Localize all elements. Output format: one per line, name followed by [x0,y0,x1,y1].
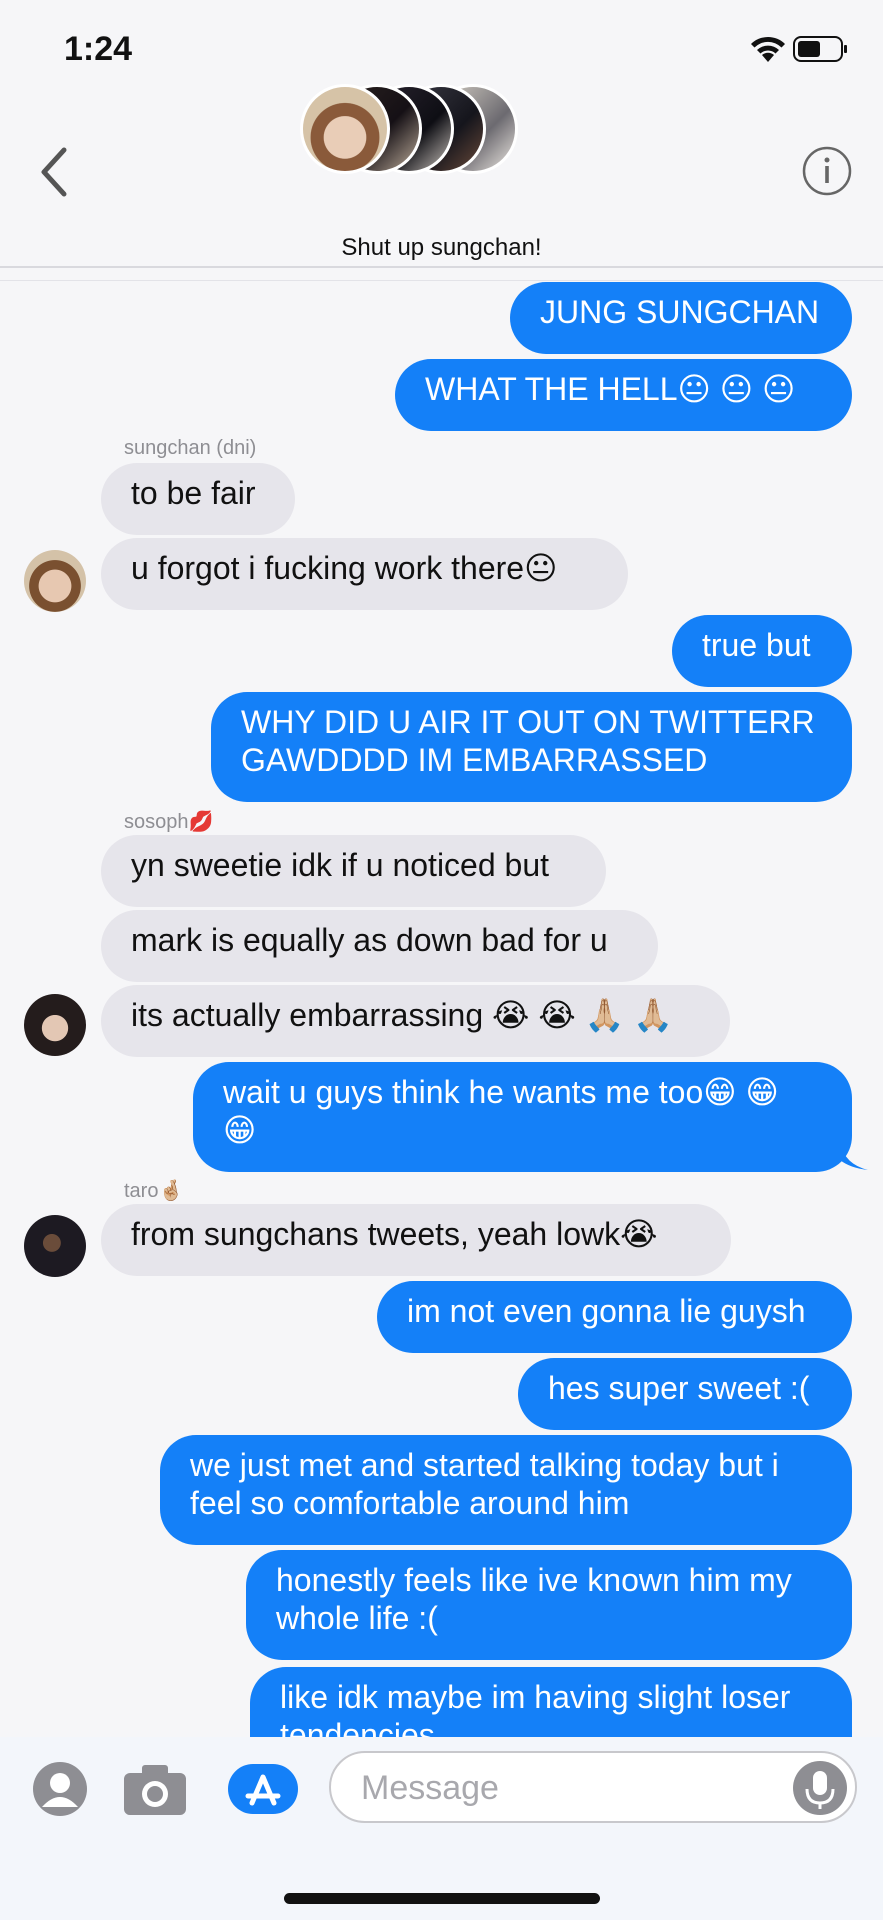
message-bubble-outgoing[interactable]: like idk maybe im having slight loser te… [250,1667,852,1737]
message-bubble-outgoing[interactable]: WHAT THE HELL😐 😐 😐 [395,359,852,431]
sender-avatar[interactable] [24,550,86,612]
message-bubble-outgoing[interactable]: wait u guys think he wants me too😁 😁 😁 [193,1062,852,1172]
status-bar: 1:24 [0,0,883,90]
header-divider-secondary [0,280,883,281]
message-input[interactable] [359,1767,763,1809]
message-bubble-incoming[interactable]: yn sweetie idk if u noticed but [101,835,606,907]
group-avatar-main [300,84,390,174]
home-indicator[interactable] [284,1893,600,1904]
message-bubble-outgoing[interactable]: true but [672,615,852,687]
message-bubble-incoming[interactable]: its actually embarrassing 😭 😭 🙏🏼 🙏🏼 [101,985,730,1057]
message-bubble-outgoing[interactable]: JUNG SUNGCHAN [510,282,852,354]
group-name[interactable]: Shut up sungchan! [0,234,883,262]
camera-icon[interactable] [122,1761,188,1817]
message-bubble-incoming[interactable]: mark is equally as down bad for u [101,910,658,982]
message-bubble-outgoing[interactable]: hes super sweet :( [518,1358,852,1430]
message-bubble-outgoing[interactable]: WHY DID U AIR IT OUT ON TWITTERR GAWDDDD… [211,692,852,802]
battery-icon [793,36,847,62]
message-bubble-incoming[interactable]: from sungchans tweets, yeah lowk😭 [101,1204,731,1276]
message-thread[interactable]: JUNG SUNGCHAN WHAT THE HELL😐 😐 😐 sungcha… [0,282,883,1737]
sender-avatar[interactable] [24,1215,86,1277]
wifi-icon [751,36,785,62]
message-input-field[interactable] [329,1751,857,1823]
header-divider [0,266,883,268]
contact-icon[interactable] [32,1761,88,1817]
back-chevron-icon[interactable] [34,142,74,202]
message-tail [840,1142,868,1170]
info-icon[interactable] [800,144,854,198]
message-bubble-outgoing[interactable]: we just met and started talking today bu… [160,1435,852,1545]
message-bubble-incoming[interactable]: to be fair [101,463,295,535]
sender-avatar[interactable] [24,994,86,1056]
status-time: 1:24 [64,30,133,68]
group-avatars[interactable] [300,84,530,178]
app-store-icon[interactable] [227,1763,299,1815]
message-bubble-outgoing[interactable]: im not even gonna lie guysh [377,1281,852,1353]
microphone-icon[interactable] [793,1761,847,1815]
message-bubble-outgoing[interactable]: honestly feels like ive known him my who… [246,1550,852,1660]
message-bubble-incoming[interactable]: u forgot i fucking work there😐 [101,538,628,610]
sender-name: sungchan (dni) [124,437,257,459]
sender-name: sosoph💋 [124,811,214,833]
sender-name: taro🤞🏼 [124,1180,184,1202]
conversation-header: Shut up sungchan! [0,80,883,266]
